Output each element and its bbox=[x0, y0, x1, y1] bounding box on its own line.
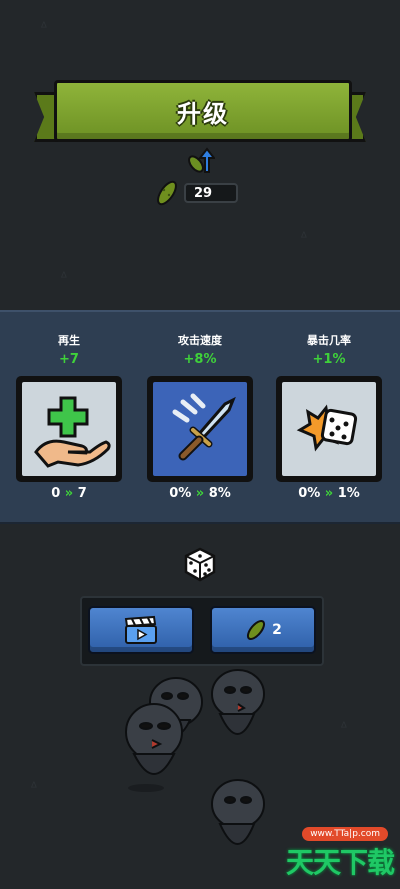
clapperboard-icon bbox=[124, 615, 157, 644]
arrow-glyph: » bbox=[195, 486, 205, 501]
dice-icon bbox=[184, 547, 216, 582]
crit-dice-icon bbox=[296, 404, 358, 452]
background-decoration: ᐞ bbox=[340, 720, 348, 736]
stat-name: 攻击速度 bbox=[178, 334, 222, 347]
watermark-brand: 天天下载 bbox=[285, 846, 395, 879]
stat-card[interactable] bbox=[276, 376, 382, 482]
page-title: 升级 bbox=[177, 99, 229, 128]
background-decoration: ᐞ bbox=[60, 270, 68, 286]
pickle-icon bbox=[157, 180, 177, 206]
stat-name: 再生 bbox=[58, 334, 80, 347]
watermark-url: www.TTa|p.com bbox=[302, 827, 388, 841]
pickle-icon bbox=[247, 619, 266, 641]
stat-bonus: +8% bbox=[183, 352, 217, 367]
watermark: www.TTa|p.com 天天下载 bbox=[200, 809, 400, 889]
background-decoration: ᐞ bbox=[300, 230, 308, 246]
reroll-button-panel: 2 bbox=[80, 596, 324, 666]
stat-card[interactable] bbox=[16, 376, 122, 482]
title-ribbon: 升级 bbox=[34, 76, 366, 148]
ribbon-banner: 升级 bbox=[54, 80, 352, 142]
stat-from: 0% bbox=[298, 486, 321, 501]
stat-to: 8% bbox=[208, 486, 231, 501]
zombie-enemy bbox=[211, 669, 265, 735]
zombie-enemy bbox=[125, 703, 183, 792]
background-decoration: ᐞ bbox=[40, 20, 48, 36]
stat-bonus: +7 bbox=[59, 352, 79, 367]
background-decoration: ᐞ bbox=[30, 780, 38, 796]
stats-panel: 再生 +7 0 » 7 攻击速度 +8% 0% » 8% 暴击几率 +1% 0%… bbox=[0, 310, 400, 524]
stat-bonus: +1% bbox=[312, 352, 346, 367]
stat-to: 1% bbox=[337, 486, 360, 501]
fast-sword-icon bbox=[172, 393, 236, 461]
pickle-currency: 29 bbox=[154, 178, 238, 208]
pickle-upgrade-icon bbox=[188, 147, 215, 173]
stat-to: 7 bbox=[77, 486, 87, 501]
arrow-glyph: » bbox=[64, 486, 74, 501]
stat-range: 0% » 8% bbox=[145, 486, 255, 501]
stat-range: 0% » 1% bbox=[274, 486, 384, 501]
stat-from: 0% bbox=[169, 486, 192, 501]
healing-hand-icon bbox=[34, 396, 111, 468]
pickle-reroll-button[interactable]: 2 bbox=[210, 606, 316, 654]
pickle-cost: 2 bbox=[272, 622, 282, 638]
pickle-count: 29 bbox=[184, 183, 238, 203]
stat-from: 0 bbox=[51, 486, 61, 501]
watch-ad-button[interactable] bbox=[88, 606, 194, 654]
arrow-glyph: » bbox=[324, 486, 334, 501]
stat-name: 暴击几率 bbox=[307, 334, 351, 347]
stat-range: 0 » 7 bbox=[14, 486, 124, 501]
stat-card[interactable] bbox=[147, 376, 253, 482]
